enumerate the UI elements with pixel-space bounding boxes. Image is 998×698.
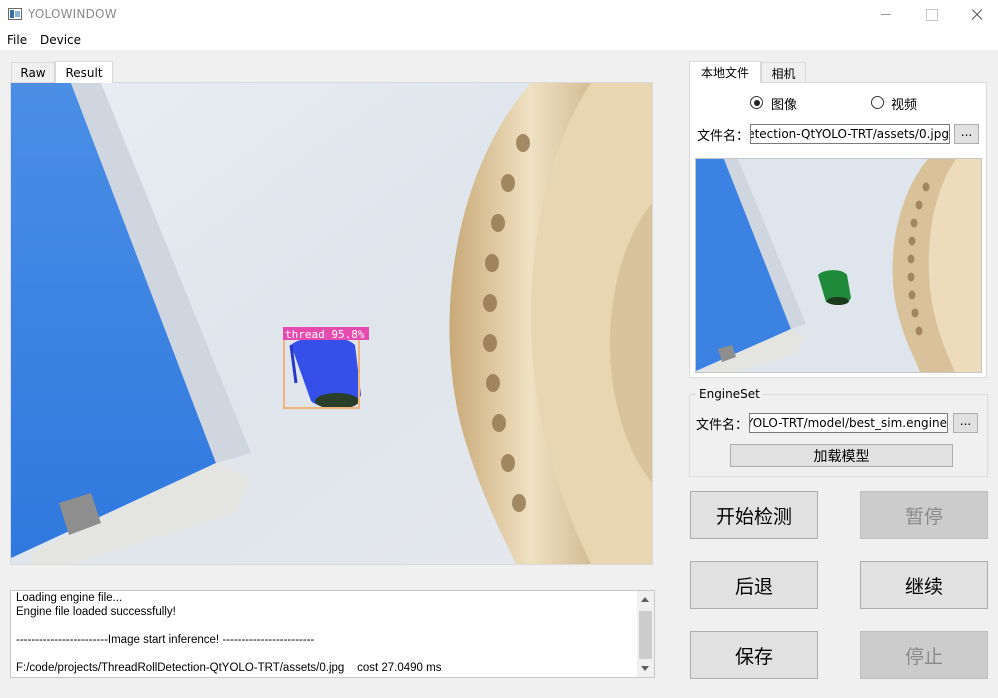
engine-file-label: 文件名：	[696, 418, 749, 433]
file-path-text: F:/code/projects/ThreadRollDetection-QtY…	[751, 127, 949, 141]
log-line: ------------------------Image start infe…	[16, 634, 315, 646]
result-image: thread 95.8%	[11, 83, 652, 564]
preview-image	[695, 158, 982, 373]
log-scrollbar[interactable]	[637, 591, 654, 677]
engine-path-text: F:/code/projects/ThreadRollDetection-QtY…	[750, 416, 947, 430]
tab-raw[interactable]: Raw	[11, 62, 55, 83]
scroll-up-icon[interactable]	[641, 597, 649, 602]
resume-button[interactable]: 继续	[860, 561, 988, 609]
log-line: Engine file loaded successfully!	[16, 606, 176, 618]
video-radio[interactable]	[871, 96, 884, 109]
load-model-button[interactable]: 加载模型	[730, 444, 953, 467]
browse-engine-button[interactable]: ...	[953, 413, 978, 433]
minimize-icon[interactable]	[862, 0, 908, 30]
menu-device[interactable]: Device	[40, 33, 81, 47]
menu-file[interactable]: File	[7, 33, 27, 47]
menu-bar: File Device	[0, 30, 998, 50]
bbox-label: thread 95.8%	[285, 328, 365, 341]
file-name-label: 文件名：	[697, 129, 750, 144]
save-button[interactable]: 保存	[690, 631, 818, 679]
stop-button[interactable]: 停止	[860, 631, 988, 679]
result-scene: thread 95.8%	[11, 83, 652, 564]
preview-scene	[696, 159, 981, 372]
tab-local-file[interactable]: 本地文件	[689, 61, 761, 83]
file-path-field[interactable]: F:/code/projects/ThreadRollDetection-QtY…	[750, 124, 950, 144]
close-icon[interactable]	[954, 0, 998, 30]
image-radio-label: 图像	[771, 98, 798, 113]
log-line: Loading engine file...	[16, 592, 123, 604]
app-window: YOLOWINDOW File Device Raw Result thread…	[0, 0, 998, 698]
maximize-icon[interactable]	[908, 0, 954, 30]
scroll-thumb[interactable]	[639, 611, 652, 659]
engine-set-title: EngineSet	[696, 387, 763, 401]
log-line: F:/code/projects/ThreadRollDetection-QtY…	[16, 662, 442, 674]
tab-camera[interactable]: 相机	[761, 62, 806, 83]
window-title: YOLOWINDOW	[28, 7, 117, 21]
back-button[interactable]: 后退	[690, 561, 818, 609]
app-icon	[8, 8, 22, 20]
start-detection-button[interactable]: 开始检测	[690, 491, 818, 539]
engine-path-field[interactable]: F:/code/projects/ThreadRollDetection-QtY…	[749, 413, 948, 433]
tab-result[interactable]: Result	[55, 61, 113, 83]
scroll-down-icon[interactable]	[641, 666, 649, 671]
pause-button[interactable]: 暂停	[860, 491, 988, 539]
image-radio[interactable]	[750, 96, 763, 109]
log-output[interactable]: Loading engine file... Engine file loade…	[10, 590, 655, 678]
title-bar: YOLOWINDOW	[0, 0, 998, 30]
browse-file-button[interactable]: ...	[954, 124, 979, 144]
video-radio-label: 视频	[891, 98, 918, 113]
